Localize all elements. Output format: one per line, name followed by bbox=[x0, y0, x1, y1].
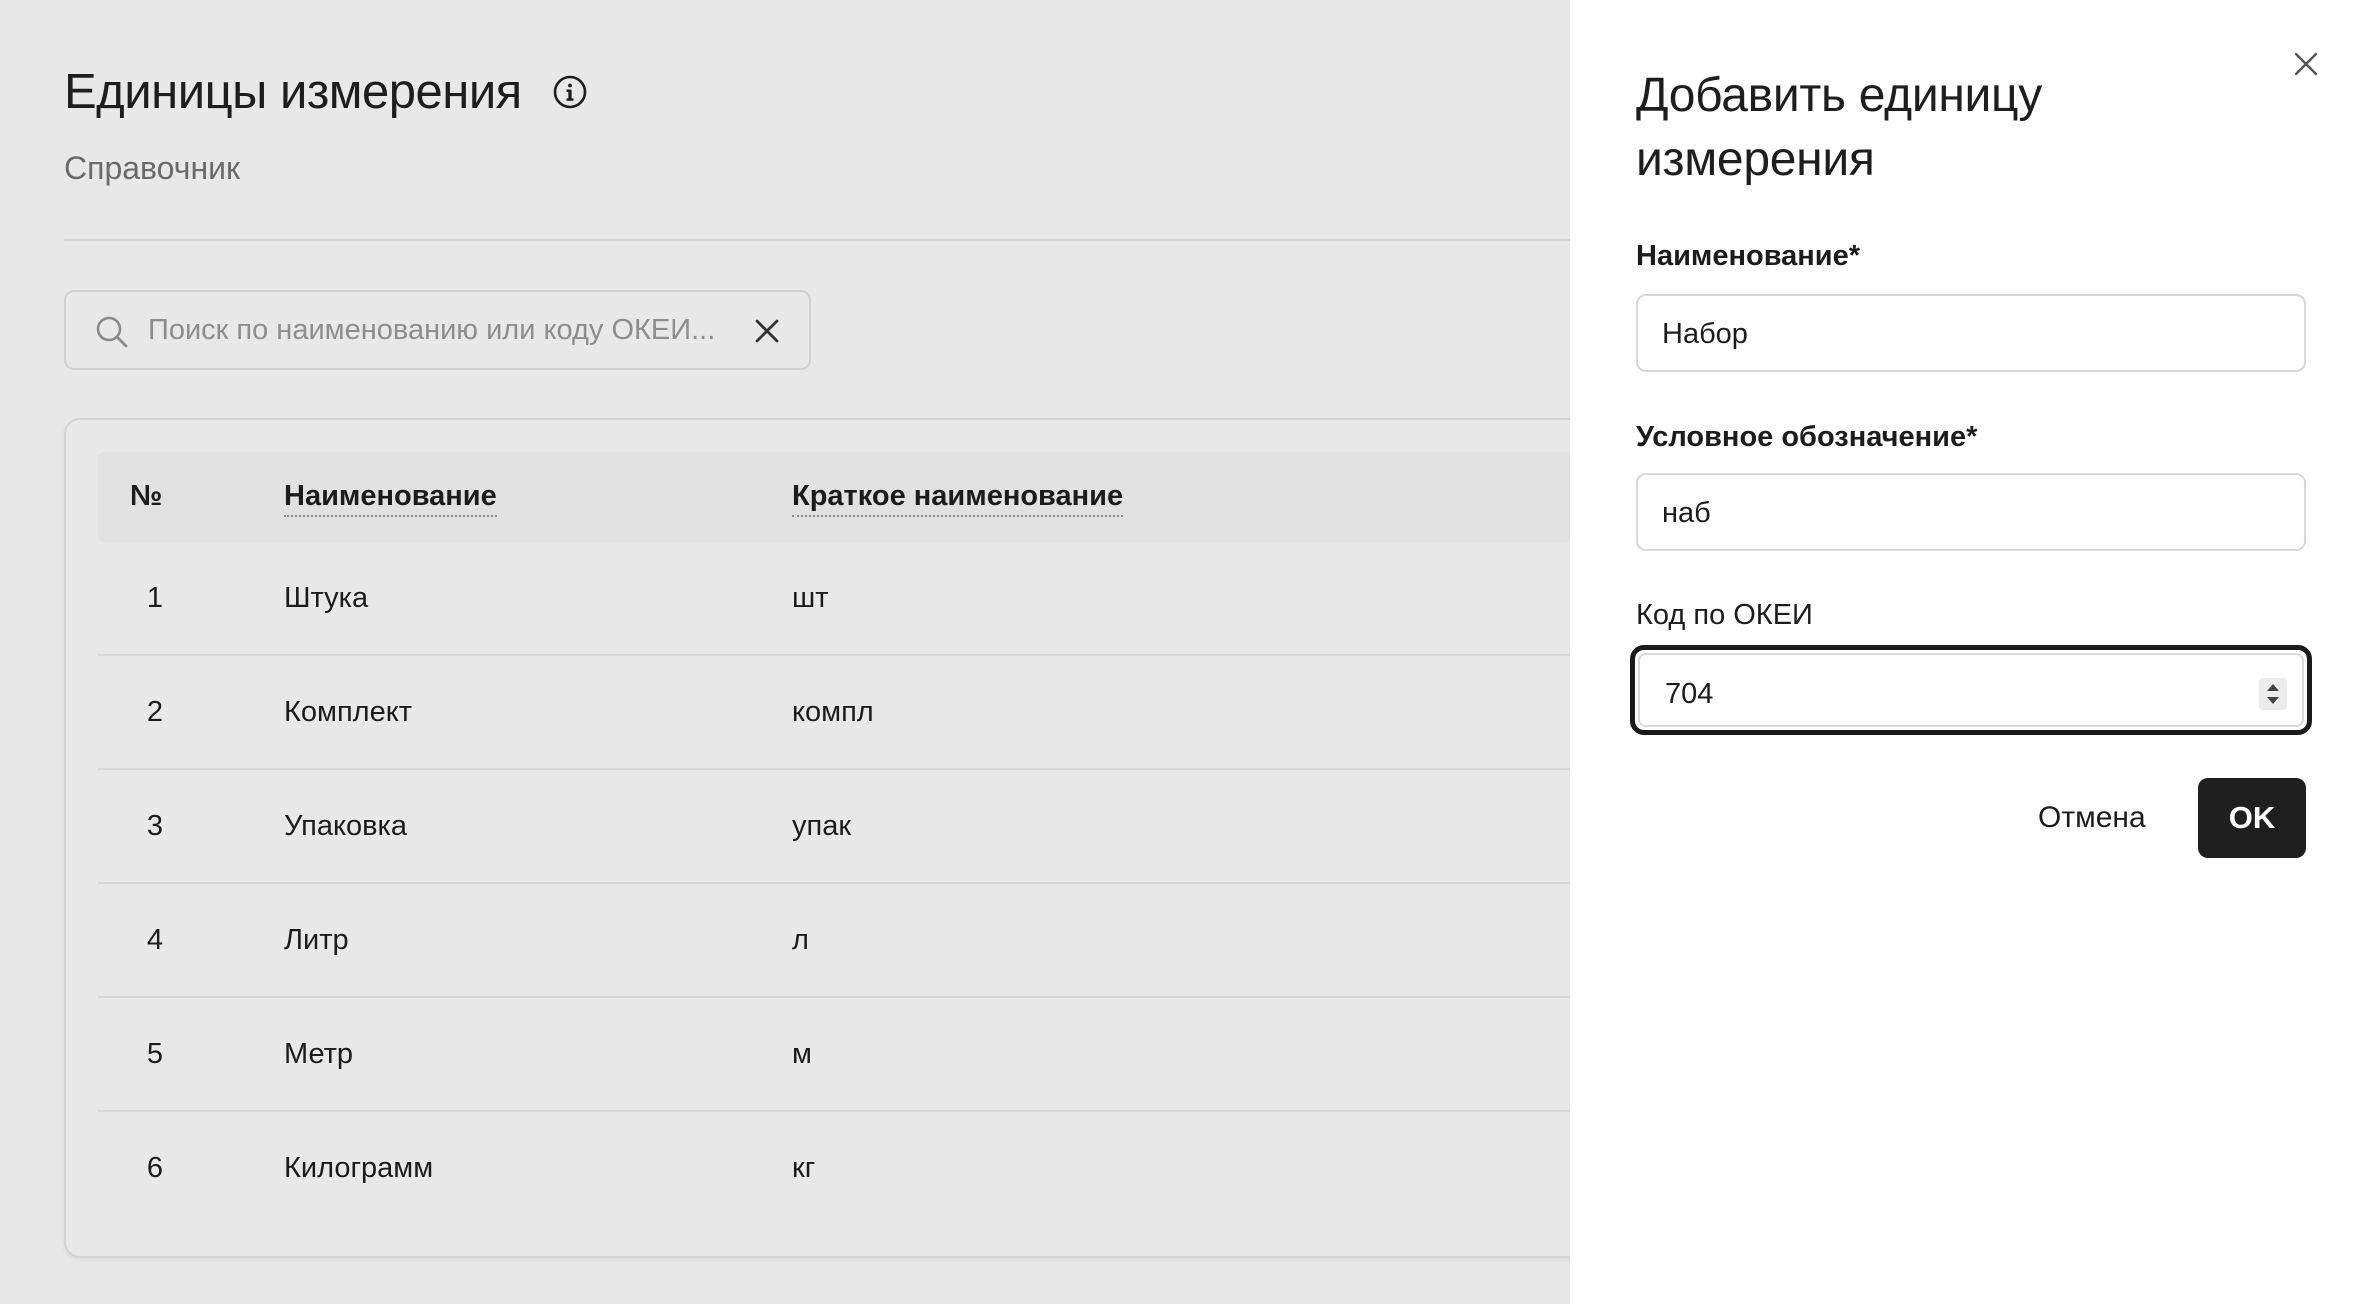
row-number: 4 bbox=[146, 924, 164, 956]
row-name: Упаковка bbox=[284, 810, 407, 842]
column-header-name[interactable]: Наименование bbox=[284, 480, 497, 517]
symbol-field-label: Условное обозначение* bbox=[1636, 421, 1978, 453]
row-number: 2 bbox=[146, 696, 164, 728]
page-subtitle: Справочник bbox=[64, 150, 240, 186]
okei-code-value: 704 bbox=[1665, 678, 1714, 710]
table-row[interactable]: 6 Килограмм кг bbox=[98, 1112, 1592, 1226]
row-short-name: м bbox=[792, 1038, 812, 1070]
table-row[interactable]: 4 Литр л bbox=[98, 884, 1592, 998]
symbol-field[interactable]: наб bbox=[1636, 473, 2306, 551]
name-field-label: Наименование* bbox=[1636, 240, 1861, 272]
search-box[interactable]: Поиск по наименованию или коду ОКЕИ... bbox=[64, 290, 811, 370]
units-table: № Наименование Краткое наименование 1 Шт… bbox=[64, 418, 1594, 1258]
table-header: № Наименование Краткое наименование bbox=[98, 452, 1592, 542]
search-input[interactable]: Поиск по наименованию или коду ОКЕИ... bbox=[148, 314, 715, 347]
name-field[interactable]: Набор bbox=[1636, 294, 2306, 372]
row-name: Комплект bbox=[284, 696, 413, 728]
row-short-name: упак bbox=[792, 810, 852, 842]
search-icon bbox=[94, 314, 130, 350]
table-row[interactable]: 3 Упаковка упак bbox=[98, 770, 1592, 884]
row-short-name: шт bbox=[792, 582, 829, 614]
page-title: Единицы измерения bbox=[64, 65, 522, 119]
row-name: Литр bbox=[284, 924, 349, 956]
row-name: Штука bbox=[284, 582, 369, 614]
table-row[interactable]: 1 Штука шт bbox=[98, 542, 1592, 656]
row-name: Килограмм bbox=[284, 1152, 434, 1184]
column-header-num: № bbox=[130, 480, 163, 512]
row-number: 1 bbox=[146, 582, 164, 614]
title-row: Единицы измерения bbox=[64, 64, 588, 120]
okei-field-label: Код по ОКЕИ bbox=[1636, 599, 1813, 631]
ok-button[interactable]: OK bbox=[2198, 778, 2306, 858]
okei-code-inner bbox=[1638, 653, 2304, 727]
info-icon[interactable] bbox=[552, 74, 588, 110]
spinner-icon[interactable] bbox=[2259, 678, 2287, 710]
cancel-button[interactable]: Отмена bbox=[2016, 778, 2168, 858]
row-number: 5 bbox=[146, 1038, 164, 1070]
name-field-value: Набор bbox=[1662, 318, 1748, 350]
row-short-name: компл bbox=[792, 696, 874, 728]
unit-list-page: Единицы измерения Справочник Поиск по на… bbox=[0, 0, 1594, 1304]
table-row[interactable]: 2 Комплект компл bbox=[98, 656, 1592, 770]
symbol-field-value: наб bbox=[1662, 497, 1711, 529]
row-short-name: л bbox=[792, 924, 809, 956]
table-row[interactable]: 5 Метр м bbox=[98, 998, 1592, 1112]
drawer-title: Добавить единицу измерения bbox=[1636, 69, 2042, 186]
divider bbox=[64, 239, 1570, 241]
okei-code-field[interactable]: 704 bbox=[1630, 645, 2312, 735]
row-short-name: кг bbox=[792, 1152, 816, 1184]
row-number: 3 bbox=[146, 810, 164, 842]
row-number: 6 bbox=[146, 1152, 164, 1184]
close-icon[interactable] bbox=[2292, 50, 2320, 78]
column-header-short-name[interactable]: Краткое наименование bbox=[792, 480, 1124, 517]
clear-icon[interactable] bbox=[752, 316, 782, 346]
add-unit-drawer: Добавить единицу измерения Наименование*… bbox=[1570, 0, 2368, 1304]
row-name: Метр bbox=[284, 1038, 354, 1070]
